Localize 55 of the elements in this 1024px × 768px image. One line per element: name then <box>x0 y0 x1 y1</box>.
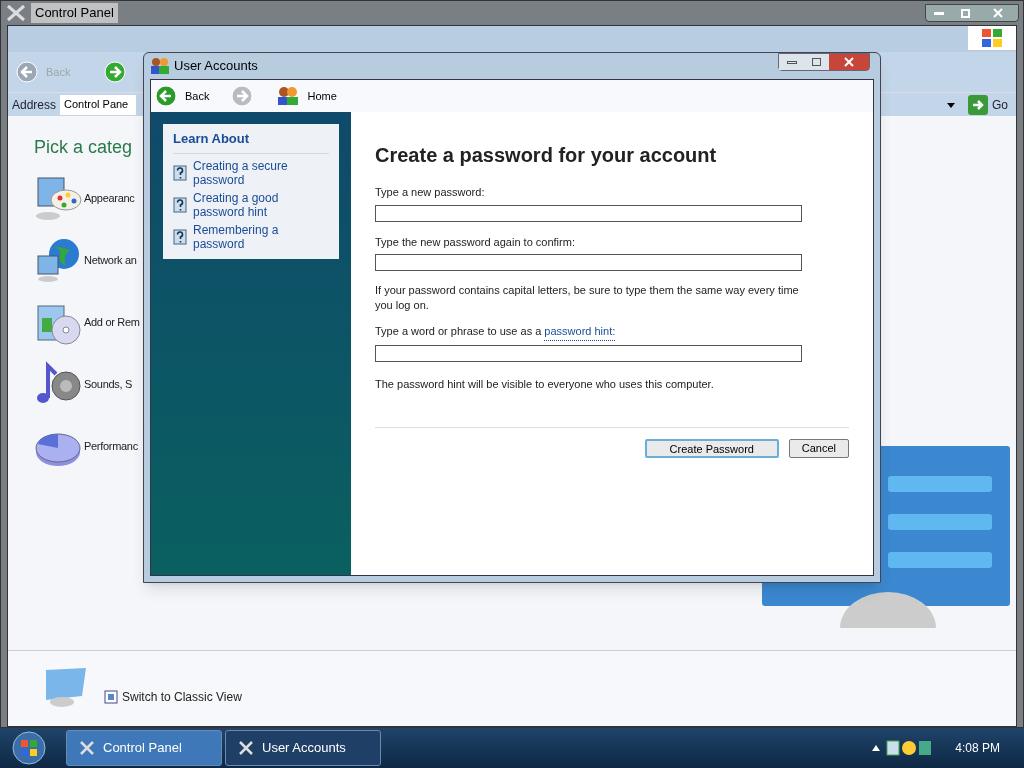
users-icon <box>150 57 170 75</box>
help-icon <box>173 164 187 181</box>
window-title: User Accounts <box>174 57 258 76</box>
category-link[interactable]: Performanc <box>84 437 138 455</box>
address-field[interactable]: Control Pane <box>60 94 137 115</box>
close-icon <box>844 57 854 67</box>
hint-note: The password hint will be visible to everyone who uses this computer. <box>375 376 715 392</box>
users-icon <box>277 86 300 106</box>
page-heading: Pick a categ <box>34 136 134 159</box>
back-button[interactable]: Back <box>185 87 210 105</box>
page-heading: Create a password for your account <box>375 143 718 168</box>
capitals-note: If your password contains capital letters, be sure to type them the same way every time you log on. <box>375 283 800 313</box>
dropdown-icon[interactable] <box>946 100 956 109</box>
category-link[interactable]: Appearanc <box>84 189 135 207</box>
go-icon[interactable] <box>968 94 988 115</box>
hint-label: Type a word or phrase to use as a <box>375 324 542 339</box>
home-button[interactable]: Home <box>307 87 337 105</box>
taskbar-button[interactable]: User Accounts <box>225 730 381 766</box>
maximize-button[interactable] <box>804 54 829 70</box>
show-hidden-icon[interactable] <box>871 744 882 752</box>
tools-icon <box>5 3 27 23</box>
taskbar-button[interactable]: Control Panel <box>66 730 222 766</box>
palette-monitor-icon <box>34 174 82 222</box>
password-field[interactable] <box>375 204 802 222</box>
category-link[interactable]: Network an <box>84 251 137 269</box>
view-link-icon <box>104 689 118 704</box>
category-link[interactable]: Sounds, S <box>84 375 133 393</box>
category-link[interactable]: Add or Rem <box>84 313 140 331</box>
learn-about-title: Learn About <box>173 129 329 154</box>
help-link[interactable]: Creating a good password hint <box>193 190 303 219</box>
help-icon <box>173 228 187 245</box>
dialog-button[interactable]: Create Password <box>644 439 779 458</box>
password-hint-link[interactable]: password hint: <box>544 323 616 341</box>
tools-icon <box>238 740 254 756</box>
minimize-button[interactable] <box>779 54 804 70</box>
classic-view-link[interactable]: Switch to Classic View <box>122 687 242 706</box>
help-link[interactable]: Creating a secure password <box>193 158 303 187</box>
address-label: Address <box>12 96 57 114</box>
password-field[interactable] <box>375 254 802 271</box>
help-icon <box>173 196 187 213</box>
field-label: Type the new password again to confirm: <box>375 234 576 250</box>
close-icon <box>993 8 1003 18</box>
window-title: Control Panel <box>31 3 118 23</box>
close-button[interactable] <box>829 54 869 70</box>
forward-icon[interactable] <box>104 61 127 83</box>
go-button[interactable]: Go <box>992 95 1008 114</box>
field-label: Type a new password: <box>375 185 486 200</box>
tools-icon <box>79 740 95 756</box>
globe-computer-icon <box>34 236 82 284</box>
help-link[interactable]: Remembering a password <box>193 222 303 251</box>
tray-icons[interactable] <box>885 739 934 757</box>
back-icon[interactable] <box>155 85 177 107</box>
clock: 4:08 PM <box>955 740 1000 757</box>
hint-field[interactable] <box>375 344 802 362</box>
dialog-button[interactable]: Cancel <box>788 439 849 458</box>
